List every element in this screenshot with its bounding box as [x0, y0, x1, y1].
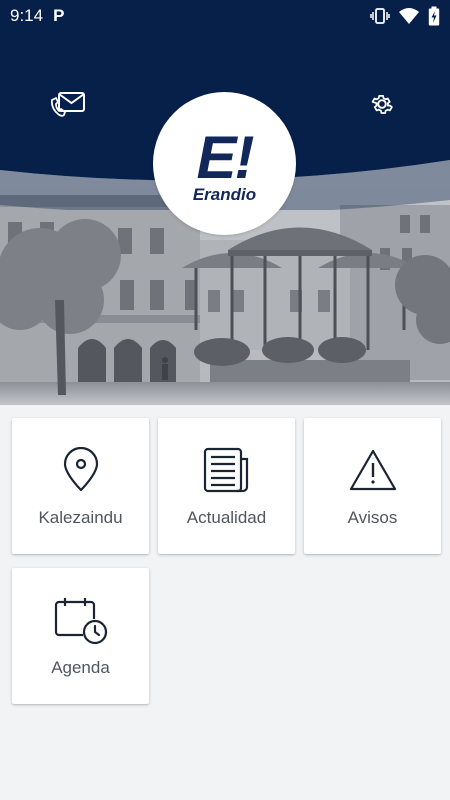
header-hero: E! Erandio — [0, 0, 450, 405]
calendar-clock-icon — [54, 598, 107, 645]
settings-button[interactable] — [364, 88, 400, 120]
tile-avisos[interactable]: Avisos — [304, 418, 441, 554]
logo-wordmark: Erandio — [192, 184, 257, 204]
status-right — [370, 6, 440, 26]
mail-phone-icon — [50, 92, 85, 117]
tile-label: Avisos — [347, 508, 398, 527]
tile-kalezaindu[interactable]: Kalezaindu — [12, 418, 149, 554]
contact-button[interactable] — [50, 88, 86, 120]
erandio-logo: E! Erandio — [153, 92, 296, 235]
tile-actualidad[interactable]: Actualidad — [158, 418, 295, 554]
app-indicator: P — [53, 6, 65, 25]
wifi-icon — [398, 7, 420, 25]
newspaper-icon — [203, 447, 248, 493]
tile-label: Actualidad — [186, 508, 267, 527]
status-time: 9:14 — [10, 6, 44, 25]
tile-agenda[interactable]: Agenda — [12, 568, 149, 704]
status-left: 9:14 P — [10, 6, 64, 26]
battery-charging-icon — [428, 6, 440, 26]
status-bar: 9:14 P — [0, 0, 450, 32]
tile-label: Kalezaindu — [38, 508, 123, 527]
warning-icon — [349, 449, 396, 491]
vibrate-icon — [370, 7, 390, 25]
tile-label: Agenda — [51, 658, 110, 677]
logo-mark: E! — [196, 123, 255, 191]
gear-icon — [371, 95, 393, 114]
map-pin-icon — [63, 447, 98, 492]
